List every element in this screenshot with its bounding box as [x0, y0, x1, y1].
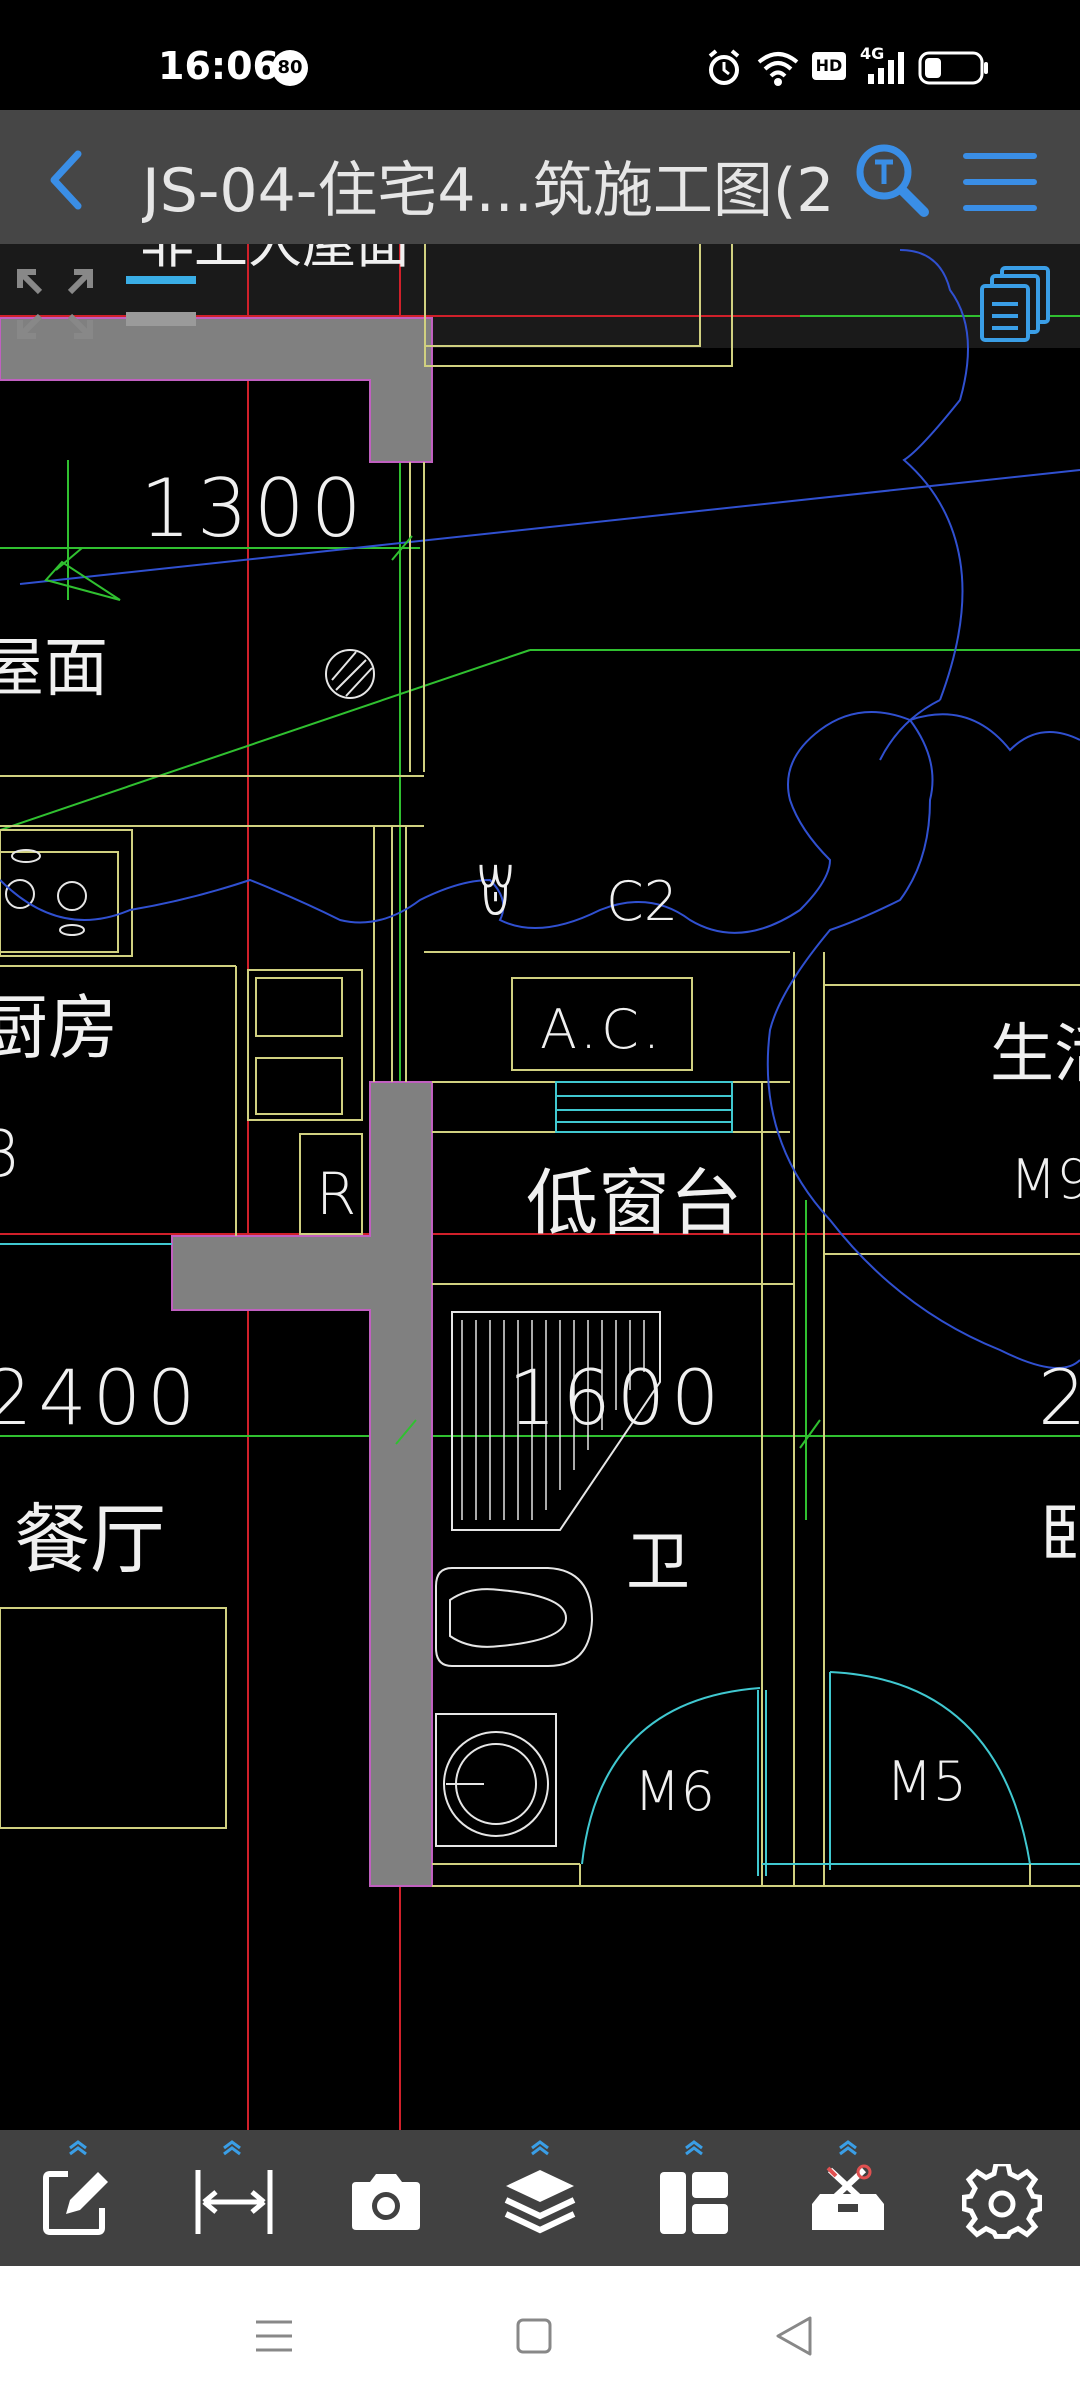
settings-button[interactable]: [942, 2130, 1062, 2266]
bottom-toolbar: [0, 2130, 1080, 2266]
status-bar: 16:06 80 HD 4G: [0, 0, 1080, 110]
toolbox-icon: [812, 2164, 884, 2230]
battery-icon: [918, 51, 988, 85]
notification-count-badge: 80: [272, 50, 308, 86]
text-search-icon[interactable]: [850, 138, 934, 222]
back-triangle-icon[interactable]: [764, 2306, 824, 2366]
bath-label: 卫: [626, 1526, 690, 1600]
screenshot-button[interactable]: [326, 2130, 446, 2266]
app-bar: JS-04-住宅4...筑施工图(2): [0, 110, 1080, 244]
dimension-2400: 2400: [0, 1353, 201, 1442]
roof-label: 屋面: [0, 632, 108, 706]
chevron-left-icon[interactable]: [30, 140, 110, 220]
door-m5-label: M5: [886, 1750, 967, 1813]
m9-label: M9: [1010, 1148, 1080, 1211]
kitchen-code-label: 3: [0, 1118, 21, 1192]
document-stack-icon[interactable]: [976, 264, 1054, 342]
layout-icon: [660, 2172, 728, 2234]
dimension-1600: 1600: [508, 1353, 725, 1442]
measure-icon: [195, 2170, 273, 2234]
ac-label: A.C.: [540, 998, 664, 1061]
dimension-1300: 1300: [140, 462, 368, 555]
recents-icon[interactable]: [244, 2306, 304, 2366]
door-m6-label: M6: [634, 1760, 715, 1823]
edit-icon: [43, 2171, 108, 2235]
r-box-label: R: [316, 1160, 356, 1228]
annotate-button[interactable]: [18, 2130, 138, 2266]
tools-button[interactable]: [788, 2130, 908, 2266]
expand-up-icon: [531, 2140, 549, 2156]
kitchen-label: 厨房: [0, 987, 118, 1069]
living-label: 生活: [990, 1018, 1080, 1092]
system-nav-bar: [0, 2266, 1080, 2400]
measure-button[interactable]: [172, 2130, 292, 2266]
camera-icon: [352, 2174, 420, 2230]
fan-symbol-label: ꇐ: [474, 863, 518, 928]
expand-up-icon: [685, 2140, 703, 2156]
status-time: 16:06: [158, 44, 279, 88]
signal-4g-icon: [868, 52, 904, 84]
fullscreen-expand-icon[interactable]: [14, 266, 96, 342]
line-style-icon[interactable]: [124, 268, 202, 328]
gear-icon: [962, 2164, 1042, 2239]
alarm-icon: [708, 49, 740, 85]
hamburger-menu-icon[interactable]: [960, 142, 1040, 222]
low-sill-label: 低窗台: [526, 1161, 742, 1245]
expand-up-icon: [223, 2140, 241, 2156]
hd-icon: HD: [812, 52, 846, 80]
expand-up-icon: [69, 2140, 87, 2156]
layers-button[interactable]: [480, 2130, 600, 2266]
layers-icon: [504, 2170, 576, 2234]
bedroom-label: 卧: [1040, 1498, 1080, 1572]
document-title: JS-04-住宅4...筑施工图(2): [142, 156, 832, 226]
dining-label: 餐厅: [14, 1495, 166, 1584]
expand-up-icon: [839, 2140, 857, 2156]
c2-label: C2: [606, 870, 678, 933]
cad-drawing-canvas[interactable]: 1300 屋面 非上人屋面 厨房 3 C2 ꇐ A.C. R 低窗台 生活 M9…: [0, 244, 1080, 2130]
dimension-2-label: 2: [1038, 1353, 1080, 1442]
layout-button[interactable]: [634, 2130, 754, 2266]
wifi-icon: [757, 52, 799, 86]
home-icon[interactable]: [504, 2306, 564, 2366]
